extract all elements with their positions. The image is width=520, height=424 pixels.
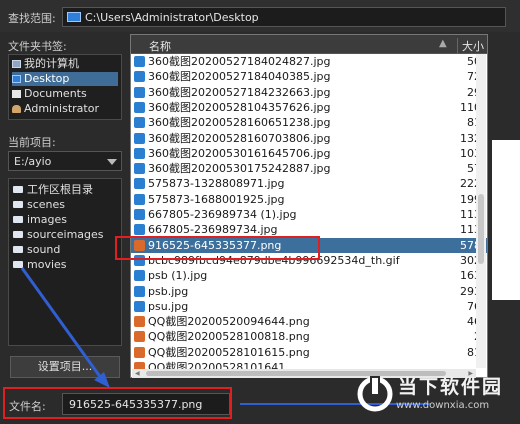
arrow-line — [20, 267, 103, 379]
watermark: 当下软件园 www.downxia.com — [352, 370, 520, 424]
arrowhead-icon — [94, 372, 110, 388]
annotation-arrows — [20, 267, 430, 405]
watermark-title: 当下软件园 — [398, 376, 504, 398]
watermark-logo-icon — [357, 376, 393, 412]
watermark-url: www.downxia.com — [396, 400, 490, 411]
